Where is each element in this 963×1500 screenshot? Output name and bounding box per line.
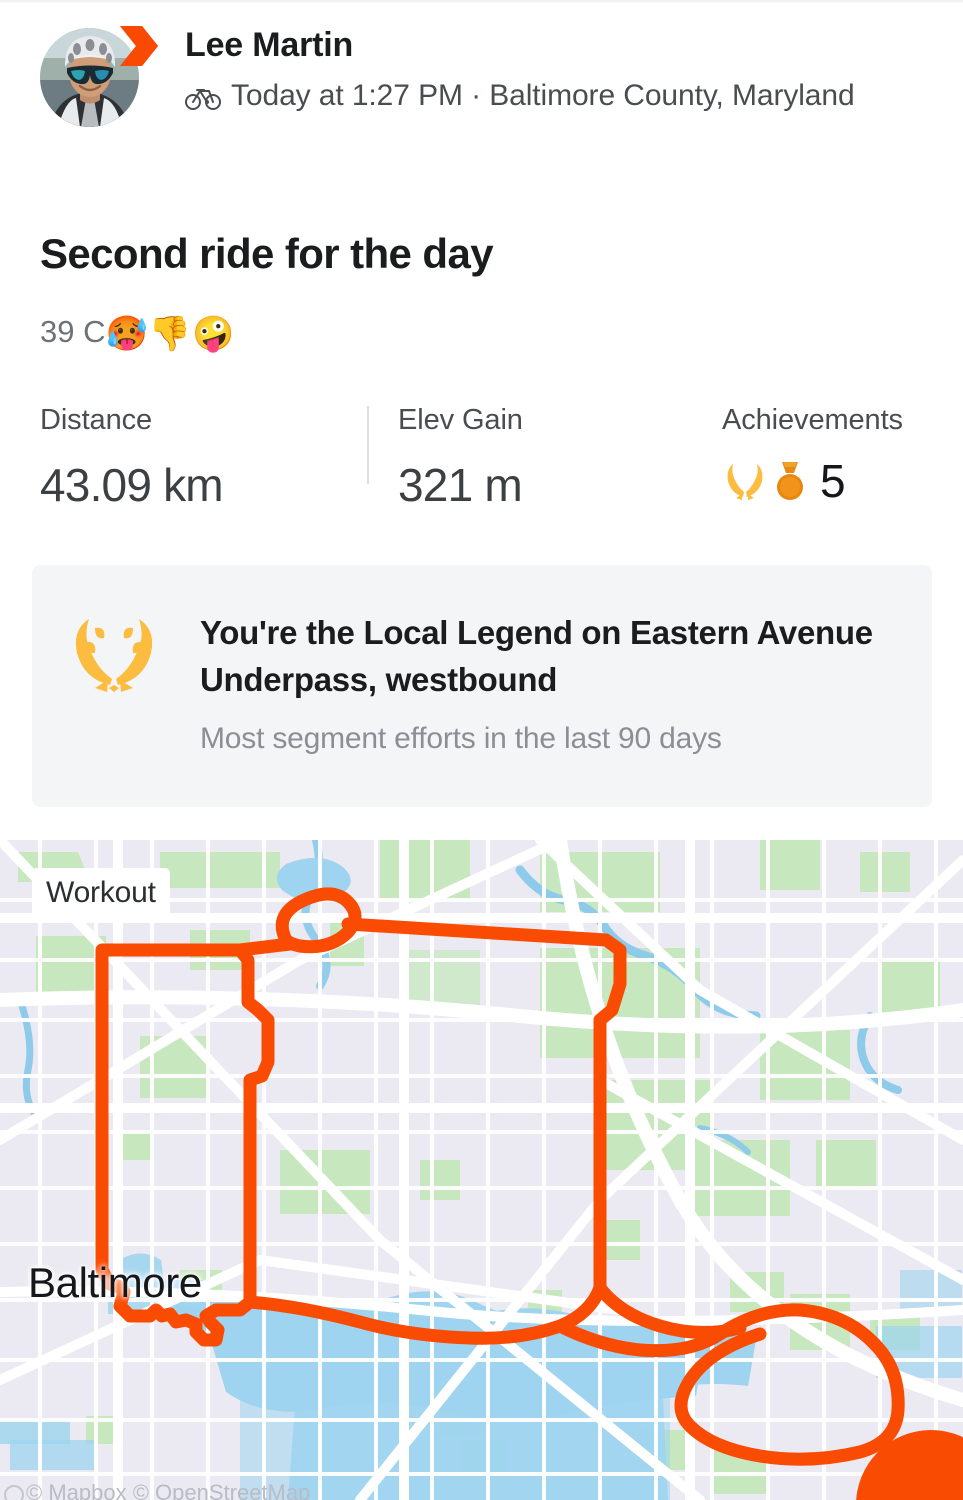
activity-meta: Today at 1:27 PM · Baltimore County, Mar…: [185, 74, 940, 118]
activity-description: 39 C🥵👎🤪: [40, 310, 940, 356]
activity-meta-text: Today at 1:27 PM · Baltimore County, Mar…: [231, 79, 855, 112]
stat-achievements-label: Achievements: [722, 404, 903, 436]
info-icon[interactable]: [4, 1485, 24, 1500]
medal-icon: [772, 460, 808, 502]
achievements-count: 5: [820, 455, 846, 507]
stat-achievements-value: 5: [722, 454, 903, 508]
local-legend-card[interactable]: You're the Local Legend on Eastern Avenu…: [32, 565, 932, 807]
bicycle-icon: [185, 84, 221, 110]
stat-achievements: Achievements 5: [722, 402, 903, 508]
activity-map[interactable]: Workout Baltimore © Mapbox © OpenStreetM…: [0, 840, 963, 1500]
avatar-container[interactable]: [40, 22, 158, 127]
local-legend-title: You're the Local Legend on Eastern Avenu…: [200, 614, 873, 698]
map-tiles: [0, 840, 963, 1500]
map-attribution[interactable]: © Mapbox © OpenStreetMap: [4, 1480, 311, 1500]
stat-distance-value: 43.09 km: [40, 459, 224, 511]
map-workout-label: Workout: [32, 868, 170, 920]
stat-distance: Distance 43.09 km: [40, 402, 224, 512]
header-text-block: Lee Martin Today at 1:27 PM · Baltimore …: [185, 22, 940, 118]
activity-description-emoji: 🥵👎🤪: [105, 315, 236, 353]
map-attribution-text: © Mapbox © OpenStreetMap: [26, 1480, 311, 1500]
strava-chevron-icon: [118, 24, 160, 68]
local-legend-subtitle: Most segment efforts in the last 90 days: [200, 722, 722, 755]
athlete-name[interactable]: Lee Martin: [185, 24, 940, 66]
activity-title[interactable]: Second ride for the day: [40, 228, 940, 280]
map-city-label: Baltimore: [28, 1259, 202, 1306]
laurel-wreath-icon: [722, 461, 768, 501]
activity-header: Lee Martin Today at 1:27 PM · Baltimore …: [40, 22, 940, 127]
stat-elev-gain: Elev Gain 321 m: [398, 402, 523, 512]
activity-description-text: 39 C: [40, 314, 106, 349]
stat-elev-gain-label: Elev Gain: [398, 404, 523, 436]
local-legend-text: You're the Local Legend on Eastern Avenu…: [200, 609, 904, 759]
stat-elev-gain-value: 321 m: [398, 459, 523, 511]
activity-feed-card: Lee Martin Today at 1:27 PM · Baltimore …: [0, 0, 963, 1500]
laurel-wreath-icon: [64, 615, 164, 693]
stat-divider: [367, 406, 369, 484]
stats-row: Distance 43.09 km Elev Gain 321 m Achiev…: [40, 402, 963, 522]
top-divider: [0, 0, 963, 3]
stat-distance-label: Distance: [40, 404, 153, 436]
